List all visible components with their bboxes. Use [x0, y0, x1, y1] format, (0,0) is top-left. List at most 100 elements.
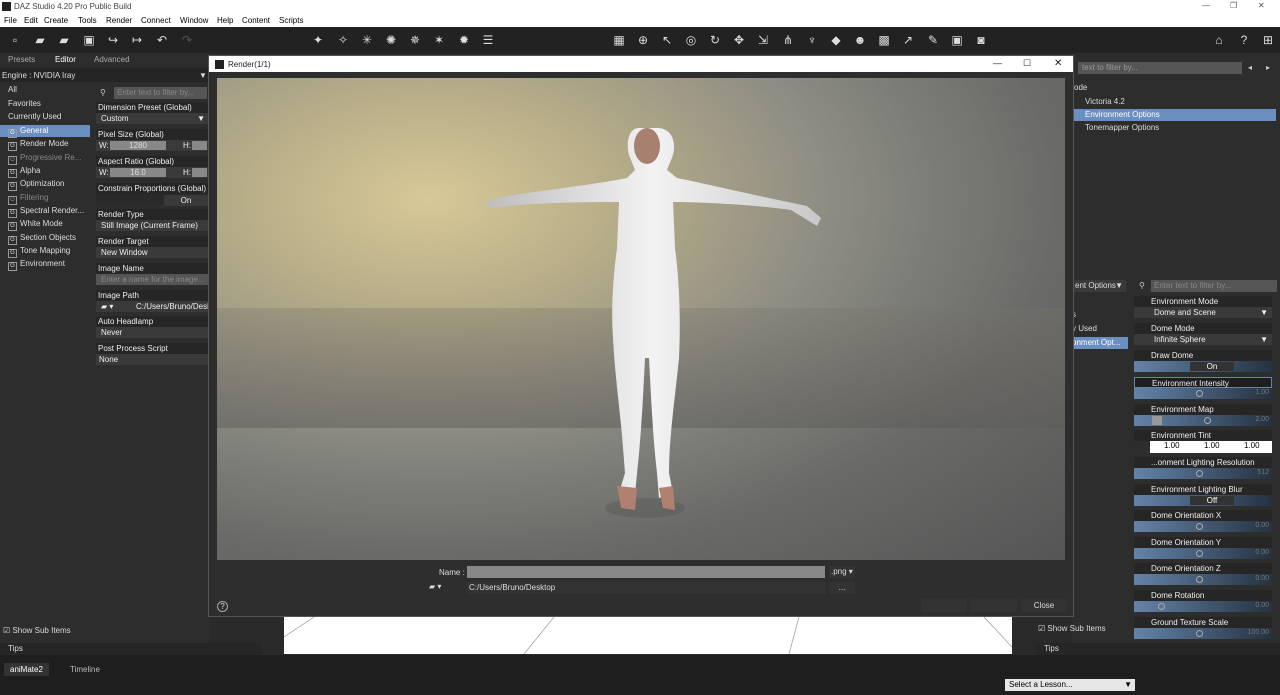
slider-knob[interactable] — [1196, 470, 1203, 477]
category-render-mode[interactable]: G Render Mode — [0, 138, 90, 151]
category-tone-mapping[interactable]: G Tone Mapping — [0, 245, 90, 258]
aspect-width-field[interactable]: 16.0 — [110, 168, 166, 177]
category-filtering[interactable]: G Filtering — [0, 192, 90, 205]
redo-icon[interactable]: ↷ — [180, 33, 194, 47]
filter-input[interactable]: Enter text to filter by... — [114, 87, 207, 99]
path-field[interactable]: C:/Users/Bruno/Desktop — [467, 582, 825, 594]
list-icon[interactable]: ☰ — [481, 33, 495, 47]
slider-knob[interactable] — [1196, 523, 1203, 530]
category-alpha[interactable]: G Alpha — [0, 165, 90, 178]
linear-light-icon[interactable]: ✹ — [457, 33, 471, 47]
close-button[interactable]: Close — [1021, 599, 1067, 612]
menu-edit[interactable]: Edit — [24, 16, 38, 25]
pps-select[interactable]: None — [96, 354, 208, 365]
folder-icon[interactable]: ▰ ▾ — [429, 582, 441, 591]
dome-x-slider[interactable]: 0.00 — [1134, 521, 1272, 532]
tips-left[interactable]: Tips — [0, 643, 262, 655]
menu-create[interactable]: Create — [44, 16, 68, 25]
category-environment[interactable]: G Environment — [0, 258, 90, 271]
scene-item-environment[interactable]: Environment Options — [1072, 109, 1276, 121]
menu-tools[interactable]: Tools — [78, 16, 97, 25]
open-icon[interactable]: ▰ — [33, 33, 47, 47]
spot-tool-icon[interactable]: ✶ — [432, 33, 446, 47]
help-icon[interactable]: ? — [217, 601, 228, 612]
point-light-icon[interactable]: ✺ — [384, 33, 398, 47]
menu-scripts[interactable]: Scripts — [279, 16, 303, 25]
node-weight-icon[interactable]: ♆ — [805, 33, 819, 47]
camera-tool-icon[interactable]: ✦ — [311, 33, 325, 47]
tab-animate2[interactable]: aniMate2 — [4, 663, 49, 676]
export-icon[interactable]: ↦ — [130, 33, 144, 47]
category-optimization[interactable]: G Optimization — [0, 178, 90, 191]
side-item-3[interactable]: onment Opt... — [1072, 337, 1128, 349]
constrain-toggle[interactable]: On — [96, 194, 208, 206]
right-filter-input[interactable]: text to filter by... — [1078, 62, 1242, 74]
close-icon[interactable]: ✕ — [1258, 1, 1265, 10]
category-white-mode[interactable]: G White Mode — [0, 218, 90, 231]
menu-content[interactable]: Content — [242, 16, 270, 25]
menu-connect[interactable]: Connect — [141, 16, 171, 25]
render-camera-icon[interactable]: ▩ — [877, 33, 891, 47]
slider-knob[interactable] — [1196, 550, 1203, 557]
merge-icon[interactable]: ▰ — [57, 33, 71, 47]
slider-knob[interactable] — [1196, 576, 1203, 583]
slider-knob[interactable] — [1196, 390, 1203, 397]
slider-knob[interactable] — [1158, 603, 1165, 610]
disabled-button-2[interactable] — [971, 599, 1017, 612]
new-file-icon[interactable]: ▫ — [8, 33, 22, 47]
show-sub-items-left[interactable]: ☑ Show Sub Items — [3, 626, 71, 635]
slider-knob[interactable] — [1204, 417, 1211, 424]
dome-y-slider[interactable]: 0.00 — [1134, 548, 1272, 559]
draw-dome-toggle[interactable]: On — [1134, 361, 1272, 372]
surface-tool-icon[interactable]: ◆ — [829, 33, 843, 47]
disabled-button-1[interactable] — [921, 599, 967, 612]
minimize-icon[interactable]: — — [1202, 1, 1210, 10]
render-type-select[interactable]: Still Image (Current Frame) — [96, 220, 208, 231]
headlamp-select[interactable]: Never — [96, 327, 208, 338]
env-light-res-slider[interactable]: 512 — [1134, 468, 1272, 479]
node-dropdown[interactable]: ent Options ▼ — [1072, 280, 1126, 292]
show-sub-items-right[interactable]: ☑ Show Sub Items — [1038, 624, 1106, 633]
figure-tool-icon[interactable]: ☻ — [853, 33, 867, 47]
undo-icon[interactable]: ↶ — [155, 33, 169, 47]
joint-editor-icon[interactable]: ⋔ — [781, 33, 795, 47]
menu-window[interactable]: Window — [180, 16, 208, 25]
restore-icon[interactable]: ❐ — [1230, 1, 1237, 10]
category-all[interactable]: All — [0, 84, 90, 96]
menu-help[interactable]: Help — [217, 16, 233, 25]
viewport[interactable] — [283, 616, 1013, 655]
close-icon[interactable]: ✕ — [1054, 58, 1062, 69]
env-mode-select[interactable]: Dome and Scene ▼ — [1134, 307, 1272, 318]
spot-render-icon[interactable]: ↗ — [901, 33, 915, 47]
env-blur-toggle[interactable]: Off — [1134, 495, 1272, 506]
save-icon[interactable]: ▣ — [82, 33, 96, 47]
tab-editor[interactable]: Editor — [55, 55, 76, 67]
folder-icon[interactable]: ▰ ▾ — [101, 302, 113, 311]
extension-select[interactable]: .png ▾ — [829, 566, 855, 578]
image-name-field[interactable]: Enter a name for the image... — [96, 274, 208, 285]
spotlight-icon[interactable]: ✧ — [336, 33, 350, 47]
grid-icon[interactable]: ▦ — [612, 33, 626, 47]
ground-scale-slider[interactable]: 100.00 — [1134, 628, 1272, 639]
name-input[interactable] — [467, 566, 825, 578]
image-path-value[interactable]: C:/Users/Bruno/Desk — [136, 301, 208, 312]
rotate-icon[interactable]: ↻ — [708, 33, 722, 47]
map-thumbnail-icon[interactable] — [1152, 416, 1162, 425]
minimize-icon[interactable]: — — [993, 58, 1002, 68]
dome-z-slider[interactable]: 0.00 — [1134, 574, 1272, 585]
help-icon[interactable]: ? — [1237, 33, 1251, 47]
distant-light-icon[interactable]: ✵ — [408, 33, 422, 47]
category-section-objects[interactable]: G Section Objects — [0, 232, 90, 245]
prop-filter-input[interactable]: Enter text to filter by... — [1151, 280, 1277, 292]
env-intensity-slider[interactable]: 1.00 — [1134, 388, 1272, 399]
translate-icon[interactable]: ✥ — [732, 33, 746, 47]
category-favorites[interactable]: Favorites — [0, 98, 90, 110]
engine-selector[interactable]: Engine : NVIDIA Iray ▼ — [0, 68, 210, 82]
import-icon[interactable]: ↪ — [106, 33, 120, 47]
render-target-select[interactable]: New Window — [96, 247, 208, 258]
daz-store-icon[interactable]: ⌂ — [1212, 33, 1226, 47]
height-field[interactable] — [192, 141, 207, 150]
left-arrow-icon[interactable]: ◂ — [1248, 63, 1252, 72]
tab-timeline[interactable]: Timeline — [70, 665, 100, 674]
lesson-select[interactable]: Select a Lesson... ▼ — [1005, 679, 1135, 691]
